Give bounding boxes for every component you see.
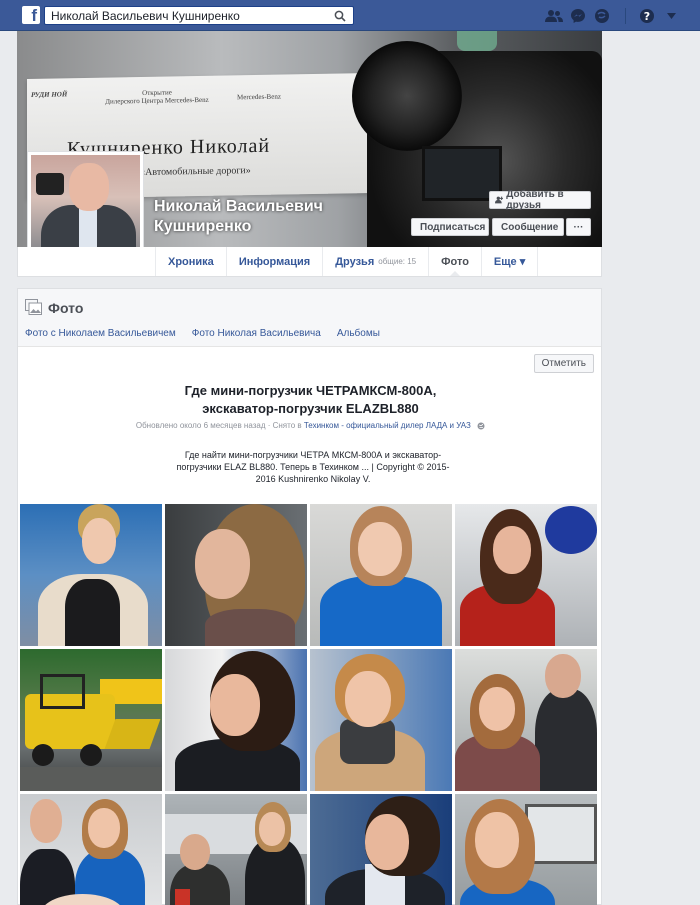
tag-button[interactable]: Отметить [533, 354, 594, 373]
tab-about-label: Информация [238, 255, 311, 268]
tab-photos-label: Фото [441, 255, 469, 268]
photo-thumbnail[interactable] [310, 649, 452, 791]
subscribe-label: Подписаться [420, 221, 486, 233]
photo-thumbnail[interactable] [165, 504, 307, 646]
photo-thumbnail[interactable] [20, 794, 162, 905]
album-location-link[interactable]: Техинком - официальный дилер ЛАДА и УАЗ [304, 421, 471, 430]
top-bar: f ? [0, 0, 700, 31]
photo-thumbnail[interactable] [310, 504, 452, 646]
tab-more[interactable]: Еще ▾ [482, 247, 539, 276]
search-input[interactable] [45, 7, 325, 24]
sign-brand: РУДИ НОЙ [31, 90, 68, 99]
divider [625, 7, 626, 24]
photo-thumbnail[interactable] [165, 794, 307, 905]
cover-camera-lens [352, 41, 462, 151]
globe-icon [477, 422, 485, 430]
search-box[interactable] [44, 6, 354, 25]
avatar-camera [36, 173, 64, 195]
album-meta-prefix: Обновлено около 6 месяцев назад · Снято … [135, 421, 304, 430]
message-button[interactable]: Сообщение [492, 218, 564, 236]
avatar-head [69, 163, 109, 211]
messages-icon[interactable] [567, 5, 589, 27]
avatar [31, 155, 140, 261]
add-friend-button[interactable]: Добавить в друзья [489, 189, 591, 211]
friend-requests-icon[interactable] [543, 5, 565, 27]
photo-thumbnail[interactable] [20, 504, 162, 646]
photo-thumbnail[interactable] [455, 649, 597, 791]
search-icon[interactable] [327, 7, 353, 24]
cover-bottle [457, 31, 497, 51]
photo-thumbnail[interactable] [455, 794, 597, 905]
tab-more-label: Еще ▾ [493, 256, 526, 268]
album-description: Где найти мини-погрузчики ЧЕТРА МКСМ-800… [176, 450, 450, 484]
tab-photos[interactable]: Фото [429, 247, 482, 276]
photo-thumbnail[interactable] [20, 649, 162, 791]
profile-tabs-bar: Хроника Информация Друзья общие: 15 Фото … [17, 247, 602, 277]
tab-friends[interactable]: Друзья общие: 15 [323, 247, 430, 276]
sign-mercedes: Mercedes-Benz [237, 92, 281, 102]
more-options-button[interactable]: ··· [566, 218, 591, 236]
album-title-line2: экскаватор-погрузчик ELAZBL880 [202, 401, 419, 416]
profile-name[interactable]: Николай Васильевич Кушниренко [154, 197, 344, 237]
tab-friends-label: Друзья [335, 255, 375, 268]
svg-text:?: ? [644, 10, 650, 23]
photos-by-link[interactable]: Фото Николая Васильевича [192, 328, 321, 339]
tab-about[interactable]: Информация [227, 247, 324, 276]
tab-timeline[interactable]: Хроника [155, 247, 227, 276]
photo-thumbnail[interactable] [310, 794, 452, 905]
tab-timeline-label: Хроника [168, 255, 214, 268]
notifications-icon[interactable] [591, 5, 613, 27]
albums-link[interactable]: Альбомы [337, 328, 380, 339]
photos-panel: Фото Фото с Николаем Васильевичем Фото Н… [17, 288, 602, 905]
message-label: Сообщение [501, 221, 559, 233]
photos-of-link[interactable]: Фото с Николаем Васильевичем [25, 328, 176, 339]
more-options-label: ··· [573, 221, 584, 233]
sign-event: Открытие Дилерского Центра Mercedes-Benz [105, 88, 209, 106]
album-title-line1: Где мини-погрузчик ЧЕТРАМКСМ-800А, [184, 383, 437, 398]
photo-grid [20, 504, 601, 905]
chevron-down-icon[interactable] [660, 5, 682, 27]
subscribe-button[interactable]: Подписаться [411, 218, 489, 236]
photo-thumbnail[interactable] [455, 504, 597, 646]
photos-title: Фото [48, 300, 84, 316]
help-icon[interactable]: ? [636, 5, 658, 27]
facebook-logo[interactable]: f [22, 6, 40, 24]
photo-thumbnail[interactable] [165, 649, 307, 791]
add-friend-icon [495, 196, 504, 204]
add-friend-label: Добавить в друзья [506, 189, 564, 211]
mutual-friends-count: общие: 15 [378, 257, 417, 266]
album-title[interactable]: Где мини-погрузчик ЧЕТРАМКСМ-800А, экска… [18, 382, 603, 418]
photos-panel-header: Фото Фото с Николаем Васильевичем Фото Н… [18, 289, 601, 347]
photos-icon [25, 299, 42, 315]
album-meta: Обновлено около 6 месяцев назад · Снято … [18, 421, 603, 430]
